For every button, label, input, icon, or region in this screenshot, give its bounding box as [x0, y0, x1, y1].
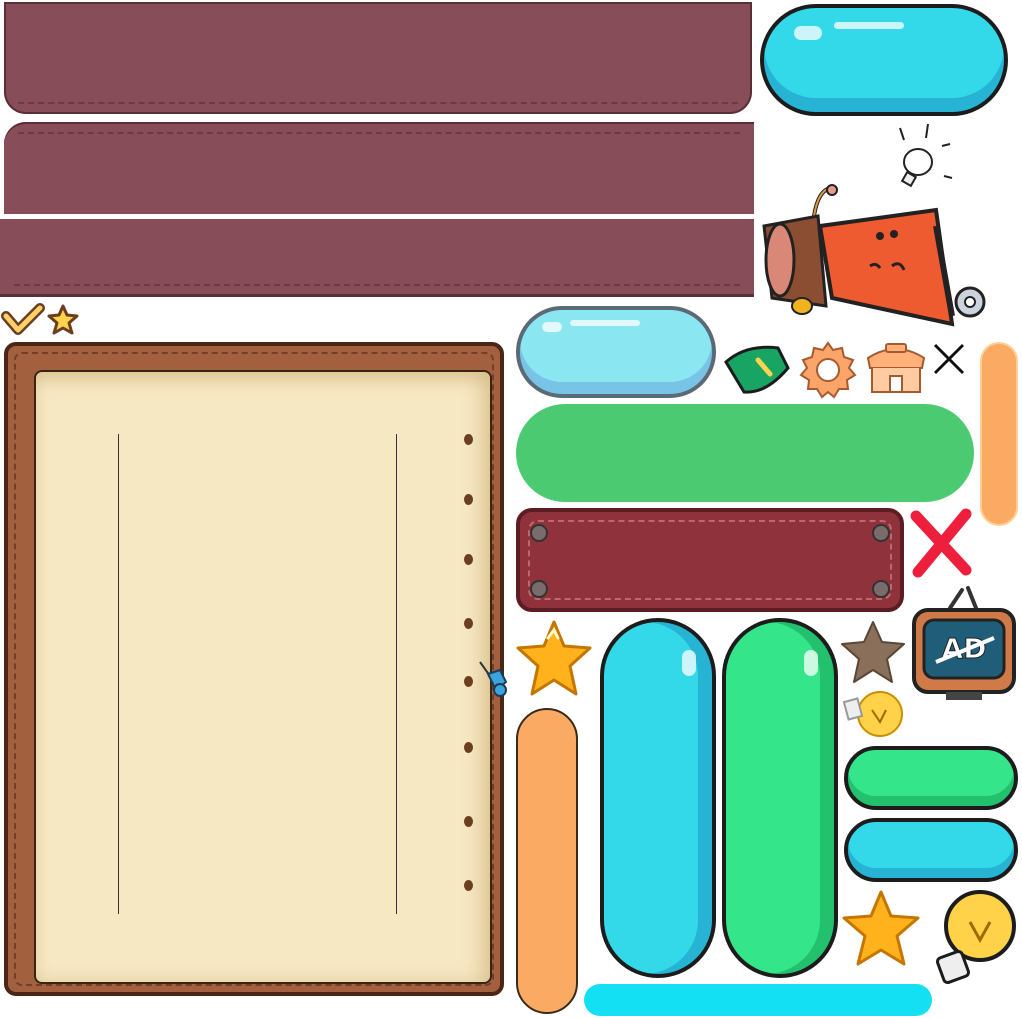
red-plaque-panel [516, 508, 904, 612]
close-red-icon[interactable] [908, 506, 974, 580]
binding-holes [464, 434, 476, 894]
panel-banner-top [4, 2, 752, 114]
cyan-bar-horizontal [584, 984, 932, 1016]
panel-banner-bottom [0, 219, 754, 297]
leaf-badge-icon [724, 345, 790, 394]
star-icon [47, 304, 79, 335]
notebook-frame [4, 342, 504, 996]
orange-bar-vertical-left [516, 708, 578, 1014]
shop-icon[interactable] [864, 340, 928, 396]
gear-icon[interactable] [798, 340, 858, 400]
lightbulb-icon [842, 691, 903, 737]
parchment-page [34, 370, 492, 984]
ad-tv-icon[interactable]: AD [910, 584, 1018, 702]
star-icon [842, 890, 920, 966]
lightbulb-icon [899, 123, 953, 188]
light-blue-button[interactable] [516, 306, 716, 398]
star-icon [516, 620, 592, 696]
green-button-small[interactable] [844, 746, 1018, 810]
close-icon[interactable] [932, 342, 966, 376]
star-brown-icon [841, 621, 905, 683]
panel-banner-mid [4, 122, 754, 214]
cyan-button-tall[interactable] [600, 618, 716, 978]
pushpin-icon [479, 661, 508, 697]
green-button-tall[interactable] [722, 618, 838, 978]
checkmark-icon [1, 303, 45, 335]
green-bar-wide [516, 404, 974, 502]
mascot-character [762, 184, 986, 327]
orange-bar-vertical-right [980, 342, 1018, 526]
cyan-button-small[interactable] [844, 818, 1018, 882]
lightbulb-icon [935, 890, 1016, 985]
cyan-button-large[interactable] [760, 4, 1008, 116]
